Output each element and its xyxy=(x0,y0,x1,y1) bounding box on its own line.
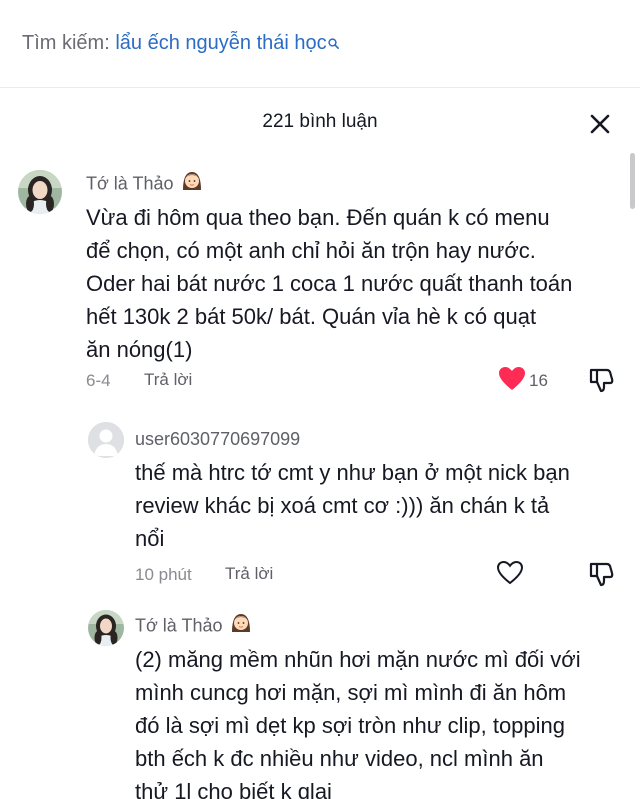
comment-text-line: (2) măng mềm nhũn hơi mặn nước mì đối vớ… xyxy=(135,647,581,672)
search-bar[interactable]: Tìm kiếm: lẩu ếch nguyễn thái học xyxy=(22,32,339,55)
search-prefix-label: Tìm kiếm: xyxy=(22,32,116,54)
comment-text-line: bth ếch k đc nhiều như video, ncl mình ă… xyxy=(135,746,544,771)
scrollbar[interactable] xyxy=(630,153,635,209)
reply-button[interactable]: Trả lời xyxy=(144,370,192,390)
comment-text-line: để chọn, có một anh chỉ hỏi ăn trộn hay … xyxy=(86,238,536,263)
avatar[interactable] xyxy=(88,610,124,646)
comment-date: 10 phút xyxy=(135,565,192,584)
comment-text-line: Vừa đi hôm qua theo bạn. Đến quán k có m… xyxy=(86,205,550,230)
search-query-text[interactable]: lẩu ếch nguyễn thái học xyxy=(115,32,326,54)
close-icon[interactable] xyxy=(586,110,614,138)
search-icon[interactable] xyxy=(327,32,339,55)
avatar[interactable] xyxy=(88,422,124,458)
girl-face-emoji-icon xyxy=(180,168,204,197)
comment-text: thế mà htrc tớ cmt y như bạn ở một nick … xyxy=(135,456,570,555)
comment-author[interactable]: user6030770697099 xyxy=(135,429,300,450)
comment-text-line: nổi xyxy=(135,526,165,551)
heart-outline-icon[interactable] xyxy=(496,560,524,591)
reply-button[interactable]: Trả lời xyxy=(225,564,273,584)
like-count: 16 xyxy=(529,371,548,390)
comment-author-name[interactable]: Tớ là Thảo xyxy=(86,173,174,193)
comment-text-line: ăn nóng(1) xyxy=(86,337,193,362)
search-header[interactable]: Tìm kiếm: lẩu ếch nguyễn thái học xyxy=(0,0,640,88)
comment-date: 6-4 xyxy=(86,371,111,390)
heart-filled-icon[interactable] xyxy=(498,366,526,397)
comment-text-line: thử 1l cho biết k qlai xyxy=(135,779,332,799)
comment-text-line: review khác bị xoá cmt cơ :))) ăn chán k… xyxy=(135,493,550,518)
comment-text-line: hết 130k 2 bát 50k/ bát. Quán vỉa hè k c… xyxy=(86,304,537,329)
comment-text-line: đó là sợi mì dẹt kp sợi tròn như clip, t… xyxy=(135,713,566,738)
comment-text-line: Oder hai bát nước 1 coca 1 nước quất tha… xyxy=(86,271,573,296)
comment-text-line: thế mà htrc tớ cmt y như bạn ở một nick … xyxy=(135,460,570,485)
dislike-icon[interactable] xyxy=(587,366,615,399)
comment-author[interactable]: Tớ là Thảo xyxy=(135,614,253,639)
comments-count-title: 221 bình luận xyxy=(262,111,378,132)
comment-text: Vừa đi hôm qua theo bạn. Đến quán k có m… xyxy=(86,201,572,366)
comment-text: (2) măng mềm nhũn hơi mặn nước mì đối vớ… xyxy=(135,643,581,799)
girl-face-emoji-icon xyxy=(229,610,253,639)
comment-author[interactable]: Tớ là Thảo xyxy=(86,172,204,197)
avatar[interactable] xyxy=(18,170,62,214)
dislike-icon[interactable] xyxy=(587,560,615,593)
comment-text-line: mình cuncg hơi mặn, sợi mì mình đi ăn hô… xyxy=(135,680,567,705)
comment-author-name[interactable]: Tớ là Thảo xyxy=(135,615,223,635)
